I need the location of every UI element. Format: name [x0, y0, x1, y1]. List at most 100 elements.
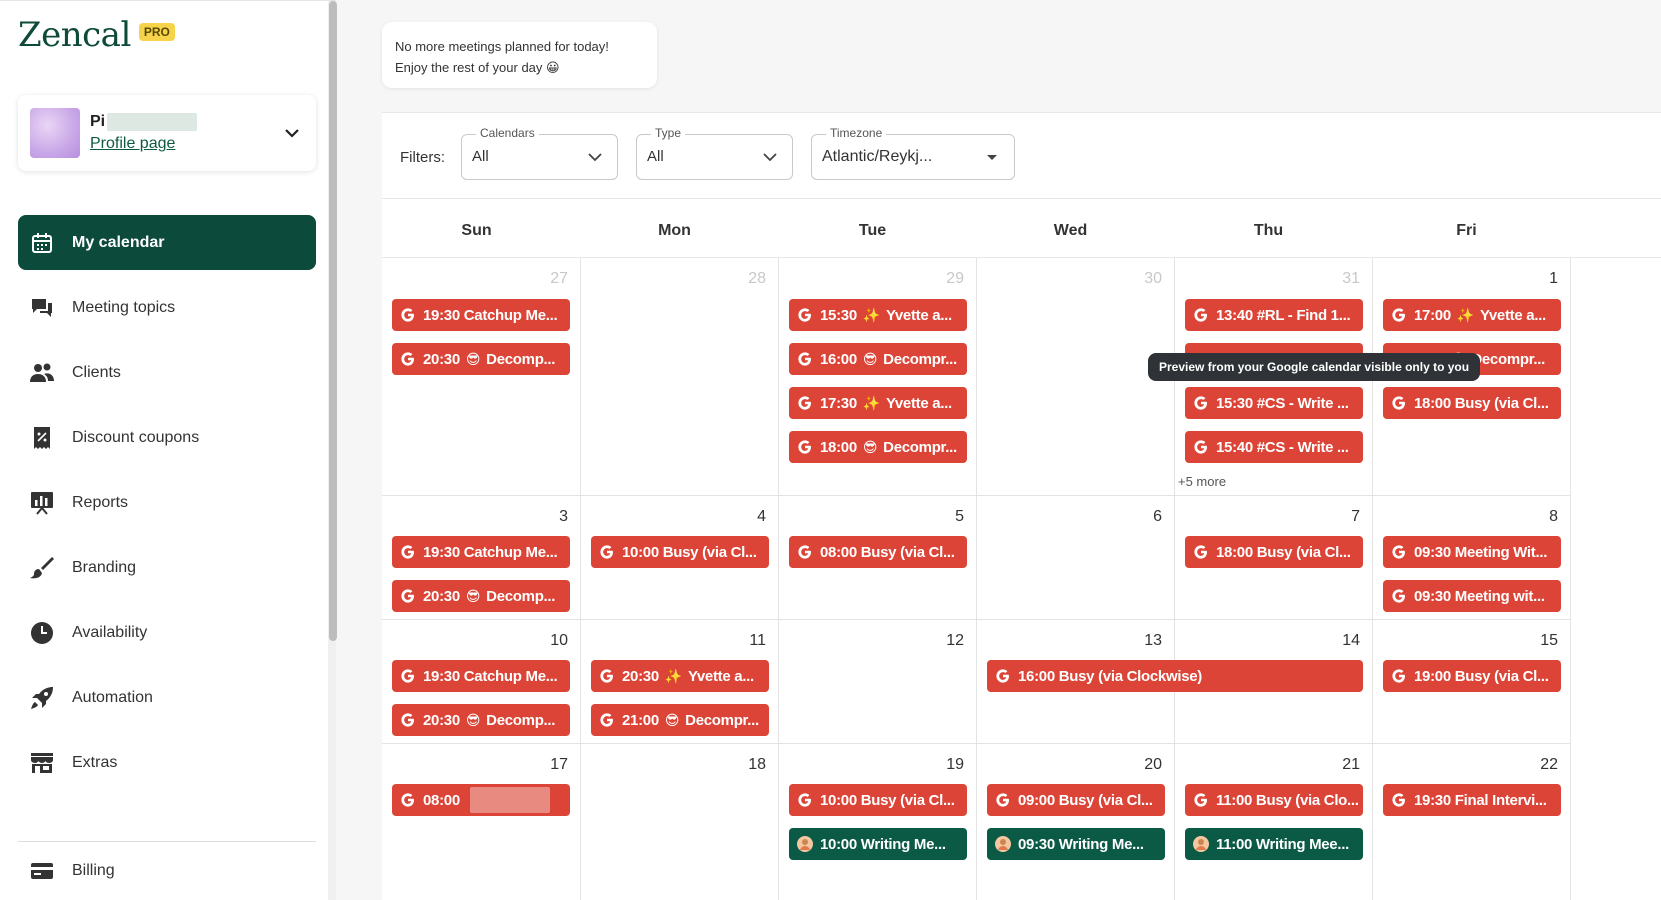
- nav-label: Clients: [72, 363, 121, 381]
- coupon-icon: [30, 426, 54, 450]
- nav-item-automation[interactable]: Automation: [18, 670, 316, 725]
- event-chip[interactable]: 18:00 Busy (via Cl...: [1185, 536, 1363, 568]
- type-select[interactable]: Type All: [636, 126, 793, 180]
- weekday-tue: Tue: [858, 222, 887, 239]
- event-chip[interactable]: 15:30 ✨ Yvette a...: [789, 299, 967, 331]
- day-cell[interactable]: 22: [1373, 744, 1571, 900]
- google-icon: [1193, 439, 1209, 455]
- event-chip[interactable]: 19:30 Catchup Me...: [392, 536, 570, 568]
- day-number: 18: [748, 756, 766, 773]
- profile-name: Pi: [90, 113, 280, 131]
- day-cell[interactable]: 19: [779, 744, 977, 900]
- event-chip[interactable]: 17:00 ✨ Yvette a...: [1383, 299, 1561, 331]
- day-number: 20: [1144, 756, 1162, 773]
- day-number: 30: [1144, 270, 1162, 287]
- nav-item-availability[interactable]: Availability: [18, 605, 316, 660]
- event-chip[interactable]: 18:00 😎 Decompr...: [789, 431, 967, 463]
- nav-item-billing[interactable]: Billing: [30, 859, 115, 883]
- nav-item-extras[interactable]: Extras: [18, 735, 316, 790]
- timezone-select-value: Atlantic/Reykj...: [822, 148, 933, 165]
- google-icon: [1391, 588, 1407, 604]
- google-icon: [400, 351, 416, 367]
- day-cell[interactable]: 27: [382, 258, 581, 496]
- event-chip[interactable]: 15:30 #CS - Write ...: [1185, 387, 1363, 419]
- google-icon: [797, 439, 813, 455]
- day-cell[interactable]: 17: [382, 744, 581, 900]
- event-chip[interactable]: 20:30 😎 Decomp...: [392, 343, 570, 375]
- event-chip[interactable]: 09:30 Meeting Wit...: [1383, 536, 1561, 568]
- day-cell[interactable]: 12: [779, 620, 977, 744]
- day-cell[interactable]: 21: [1175, 744, 1373, 900]
- logo[interactable]: Zencal PRO: [18, 15, 175, 55]
- event-chip[interactable]: 20:30 😎 Decomp...: [392, 580, 570, 612]
- notice-line-1: No more meetings planned for today!: [395, 39, 609, 54]
- day-cell[interactable]: 28: [581, 258, 779, 496]
- event-chip-booking[interactable]: 10:00 Writing Me...: [789, 828, 967, 860]
- calendar-panel: Filters: Calendars All Type All Timezone…: [382, 112, 1661, 900]
- nav-label: Automation: [72, 688, 153, 706]
- pro-badge: PRO: [138, 23, 175, 41]
- day-number: 28: [748, 270, 766, 287]
- event-chip[interactable]: 16:00 😎 Decompr...: [789, 343, 967, 375]
- event-chip[interactable]: 08:00 Busy (via Cl...: [789, 536, 967, 568]
- nav-item-meeting-topics[interactable]: Meeting topics: [18, 280, 316, 335]
- google-icon: [400, 792, 416, 808]
- timezone-select[interactable]: Timezone Atlantic/Reykj...: [811, 126, 1015, 180]
- google-icon: [599, 544, 615, 560]
- day-cell[interactable]: 18: [581, 744, 779, 900]
- event-chip[interactable]: 09:00 Busy (via Cl...: [987, 784, 1165, 816]
- weekday-fri: Fri: [1456, 222, 1477, 239]
- event-chip[interactable]: 16:00 Busy (via Clockwise): [987, 660, 1363, 692]
- timezone-select-label: Timezone: [826, 126, 887, 140]
- event-chip[interactable]: 20:30 😎 Decomp...: [392, 704, 570, 736]
- event-chip[interactable]: 08:00: [392, 784, 570, 816]
- nav-item-discount-coupons[interactable]: Discount coupons: [18, 410, 316, 465]
- day-cell[interactable]: 6: [977, 496, 1175, 620]
- event-chip[interactable]: 21:00 😎 Decompr...: [591, 704, 769, 736]
- nav-item-my-calendar[interactable]: My calendar: [18, 215, 316, 270]
- google-icon: [400, 588, 416, 604]
- event-chip[interactable]: 10:00 Busy (via Cl...: [789, 784, 967, 816]
- event-chip[interactable]: 19:30 Final Intervi...: [1383, 784, 1561, 816]
- profile-card[interactable]: Pi Profile page: [18, 95, 316, 171]
- day-cell[interactable]: 30: [977, 258, 1175, 496]
- event-chip[interactable]: 10:00 Busy (via Cl...: [591, 536, 769, 568]
- avatar-icon: [1193, 836, 1209, 852]
- event-chip[interactable]: 20:30 ✨ Yvette a...: [591, 660, 769, 692]
- event-chip[interactable]: 17:30 ✨ Yvette a...: [789, 387, 967, 419]
- nav-label: Discount coupons: [72, 428, 200, 446]
- google-icon: [1391, 668, 1407, 684]
- day-number: 5: [955, 508, 964, 525]
- google-icon: [797, 395, 813, 411]
- event-chip[interactable]: 19:30 Catchup Me...: [392, 299, 570, 331]
- event-chip[interactable]: 19:30 Catchup Me...: [392, 660, 570, 692]
- event-chip[interactable]: 18:00 Busy (via Cl...: [1383, 387, 1561, 419]
- logo-text: Zencal: [18, 15, 131, 55]
- event-chip-booking[interactable]: 09:30 Writing Me...: [987, 828, 1165, 860]
- type-select-label: Type: [651, 126, 686, 140]
- event-chip[interactable]: 09:30 Meeting wit...: [1383, 580, 1561, 612]
- google-icon: [1193, 544, 1209, 560]
- event-chip[interactable]: 11:00 Busy (via Clo...: [1185, 784, 1363, 816]
- calendars-select[interactable]: Calendars All: [461, 126, 618, 180]
- event-chip[interactable]: 15:40 #CS - Write ...: [1185, 431, 1363, 463]
- nav-label: Extras: [72, 753, 118, 771]
- event-chip[interactable]: 13:40 #RL - Find 1...: [1185, 299, 1363, 331]
- day-number: 7: [1351, 508, 1360, 525]
- sidebar-scrollbar-thumb[interactable]: [329, 1, 337, 641]
- nav-label: Availability: [72, 623, 148, 641]
- nav-item-reports[interactable]: Reports: [18, 475, 316, 530]
- day-cell[interactable]: 20: [977, 744, 1175, 900]
- more-events-link[interactable]: +5 more: [1178, 474, 1226, 489]
- nav-item-clients[interactable]: Clients: [18, 345, 316, 400]
- event-chip[interactable]: 19:00 Busy (via Cl...: [1383, 660, 1561, 692]
- profile-page-link[interactable]: Profile page: [90, 135, 175, 153]
- google-preview-tooltip: Preview from your Google calendar visibl…: [1148, 353, 1481, 381]
- chevron-down-icon[interactable]: [280, 121, 304, 145]
- calendars-select-value: All: [472, 148, 489, 165]
- nav-label: Billing: [72, 862, 115, 879]
- nav-item-branding[interactable]: Branding: [18, 540, 316, 595]
- weekday-thu: Thu: [1253, 222, 1284, 239]
- event-chip-booking[interactable]: 11:00 Writing Mee...: [1185, 828, 1363, 860]
- google-icon: [400, 668, 416, 684]
